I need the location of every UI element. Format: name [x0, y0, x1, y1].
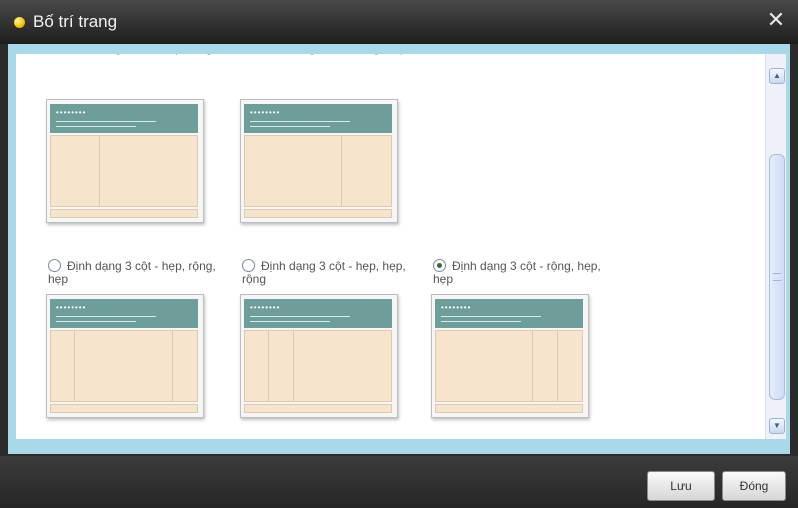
- thumbnail-column: [558, 331, 582, 401]
- thumbnail-header-line: [56, 321, 136, 322]
- thumbnail-column: [75, 331, 173, 401]
- thumbnail-body: [244, 135, 392, 207]
- thumbnail-footer: [244, 404, 392, 413]
- layout-option-label[interactable]: Định dạng 2 cột - hẹp, rộng: [48, 54, 238, 55]
- thumbnail-column: [51, 136, 100, 206]
- thumbnail-body: [50, 135, 198, 207]
- scroll-down-icon[interactable]: ▼: [769, 418, 785, 434]
- thumbnail-header-line: [56, 126, 136, 127]
- layout-option-label[interactable]: Định dạng 3 cột - hẹp, rộng, hẹp: [48, 259, 238, 286]
- thumbnail-title-mask: ••••••••: [56, 303, 87, 312]
- layout-option-label[interactable]: Định dạng 3 cột - rộng, hẹp, hẹp: [433, 259, 623, 286]
- close-button[interactable]: Đóng: [722, 471, 786, 501]
- thumbnail-title-mask: ••••••••: [250, 108, 281, 117]
- thumbnail-header-line: [56, 316, 156, 317]
- radio-button[interactable]: [242, 259, 255, 272]
- layout-thumbnail[interactable]: ••••••••: [240, 294, 398, 418]
- layout-options-panel: Định dạng 2 cột - hẹp, rộng •••••••• Định …: [16, 54, 765, 439]
- thumbnail-header-line: [441, 316, 541, 317]
- thumbnail-footer: [435, 404, 583, 413]
- scroll-up-icon[interactable]: ▲: [769, 68, 785, 84]
- thumbnail-footer: [244, 209, 392, 218]
- thumbnail-body: [50, 330, 198, 402]
- thumbnail-header: ••••••••: [244, 104, 392, 133]
- thumbnail-header-line: [441, 321, 521, 322]
- thumbnail-column: [342, 136, 391, 206]
- thumbnail-column: [245, 331, 270, 401]
- thumbnail-column: [245, 136, 343, 206]
- thumbnail-footer: [50, 209, 198, 218]
- layout-thumbnail[interactable]: ••••••••: [240, 99, 398, 223]
- thumbnail-header-line: [250, 121, 350, 122]
- thumbnail-body: [244, 330, 392, 402]
- thumbnail-column: [173, 331, 197, 401]
- thumbnail-footer: [50, 404, 198, 413]
- option-text: Định dạng 3 cột - hẹp, rộng, hẹp: [48, 259, 216, 286]
- grip-icon: [773, 273, 781, 281]
- thumbnail-header-line: [250, 321, 330, 322]
- vertical-scrollbar[interactable]: ▲ ▼: [765, 54, 786, 439]
- layout-option-label[interactable]: Định dạng 2 cột - rộng, hẹp: [242, 54, 432, 55]
- thumbnail-body: [435, 330, 583, 402]
- layout-thumbnail[interactable]: ••••••••: [46, 294, 204, 418]
- save-button[interactable]: Lưu: [647, 471, 715, 501]
- app-dot-icon: [14, 17, 25, 28]
- option-text: Định dạng 3 cột - hẹp, hẹp, rộng: [242, 259, 406, 286]
- thumbnail-header: ••••••••: [244, 299, 392, 328]
- scroll-thumb[interactable]: [769, 154, 785, 400]
- thumbnail-header: ••••••••: [435, 299, 583, 328]
- thumbnail-header-line: [250, 316, 350, 317]
- title-bar: Bố trí trang ✕: [0, 0, 798, 44]
- thumbnail-column: [294, 331, 391, 401]
- layout-option-label[interactable]: Định dạng 3 cột - hẹp, hẹp, rộng: [242, 259, 432, 286]
- option-text: Định dạng 3 cột - rộng, hẹp, hẹp: [433, 259, 601, 286]
- thumbnail-column: [100, 136, 197, 206]
- layout-thumbnail[interactable]: ••••••••: [46, 99, 204, 223]
- layout-thumbnail[interactable]: ••••••••: [431, 294, 589, 418]
- option-text: Định dạng 2 cột - rộng, hẹp: [261, 54, 406, 55]
- thumbnail-header: ••••••••: [50, 104, 198, 133]
- thumbnail-header: ••••••••: [50, 299, 198, 328]
- thumbnail-header-line: [56, 121, 156, 122]
- radio-button[interactable]: [48, 259, 61, 272]
- thumbnail-title-mask: ••••••••: [250, 303, 281, 312]
- thumbnail-header-line: [250, 126, 330, 127]
- dialog-title: Bố trí trang: [33, 12, 118, 31]
- thumbnail-title-mask: ••••••••: [441, 303, 472, 312]
- thumbnail-column: [51, 331, 76, 401]
- option-text: Định dạng 2 cột - hẹp, rộng: [67, 54, 212, 55]
- thumbnail-title-mask: ••••••••: [56, 108, 87, 117]
- thumbnail-column: [533, 331, 558, 401]
- close-icon[interactable]: ✕: [764, 8, 788, 32]
- radio-button[interactable]: [433, 259, 446, 272]
- thumbnail-column: [436, 331, 534, 401]
- thumbnail-column: [269, 331, 294, 401]
- page-layout-dialog: Bố trí trang ✕ Định dạng 2 cột - hẹp, rộ…: [0, 0, 798, 508]
